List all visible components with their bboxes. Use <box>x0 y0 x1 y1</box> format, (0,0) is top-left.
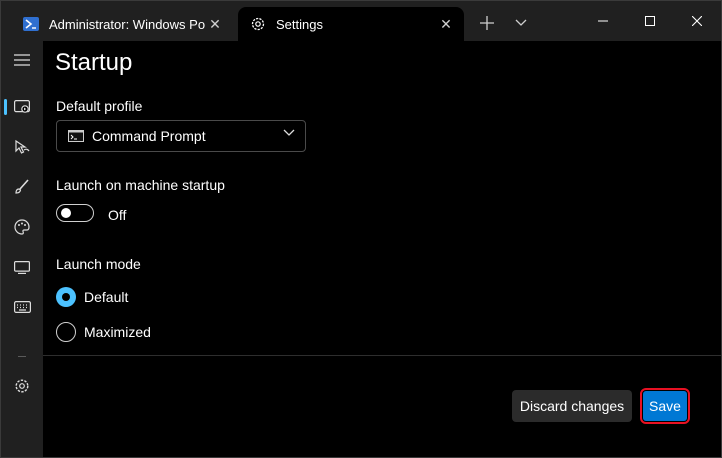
nav-item-actions[interactable] <box>4 291 40 323</box>
maximize-icon <box>645 16 655 26</box>
hamburger-menu-button[interactable] <box>4 44 40 76</box>
settings-content: Startup Default profile Command Prompt L… <box>43 41 721 457</box>
nav-item-startup[interactable] <box>4 91 40 123</box>
nav-divider <box>18 356 26 357</box>
title-bar: Administrator: Windows Pow ✕ Settings ✕ <box>1 1 721 41</box>
nav-item-rendering[interactable] <box>4 251 40 283</box>
terminal-window: Administrator: Windows Pow ✕ Settings ✕ <box>0 0 722 458</box>
tab-title: Administrator: Windows Pow <box>49 16 205 32</box>
default-profile-dropdown[interactable]: Command Prompt <box>56 120 306 152</box>
close-icon <box>692 16 702 26</box>
close-tab-icon[interactable]: ✕ <box>438 16 454 32</box>
nav-item-appearance[interactable] <box>4 171 40 203</box>
close-tab-icon[interactable]: ✕ <box>207 16 223 32</box>
close-window-button[interactable] <box>674 1 720 41</box>
color-schemes-palette-icon <box>14 219 30 235</box>
settings-nav-pane <box>1 41 43 457</box>
default-profile-label: Default profile <box>56 98 143 114</box>
tab-title: Settings <box>276 16 323 32</box>
discard-changes-button[interactable]: Discard changes <box>512 390 632 422</box>
radio-default-label[interactable]: Default <box>84 289 128 305</box>
minimize-icon <box>598 20 608 22</box>
chevron-down-icon <box>283 129 295 137</box>
minimize-button[interactable] <box>580 1 626 41</box>
radio-dot <box>62 293 70 301</box>
startup-icon <box>14 100 30 114</box>
appearance-brush-icon <box>14 179 30 195</box>
page-title: Startup <box>55 49 133 76</box>
gear-icon <box>250 16 266 32</box>
tab-dropdown-button[interactable] <box>507 9 535 37</box>
toggle-knob <box>61 208 71 218</box>
footer-divider <box>43 355 721 356</box>
nav-item-color-schemes[interactable] <box>4 211 40 243</box>
menu-icon <box>14 54 30 66</box>
open-json-settings-button[interactable] <box>4 370 40 402</box>
radio-maximized-label[interactable]: Maximized <box>84 324 151 340</box>
powershell-icon <box>23 16 39 32</box>
nav-item-interaction[interactable] <box>4 131 40 163</box>
chevron-down-icon <box>515 19 527 27</box>
interaction-icon <box>14 139 30 155</box>
tab-powershell[interactable]: Administrator: Windows Pow ✕ <box>11 7 233 41</box>
actions-keyboard-icon <box>13 301 31 313</box>
rendering-monitor-icon <box>14 260 30 274</box>
launch-on-startup-toggle[interactable] <box>56 204 94 222</box>
default-profile-value: Command Prompt <box>92 128 206 144</box>
cmd-icon <box>68 130 84 142</box>
radio-default[interactable] <box>56 287 76 307</box>
open-json-gear-icon <box>14 378 30 394</box>
new-tab-button[interactable] <box>473 9 501 37</box>
maximize-button[interactable] <box>627 1 673 41</box>
plus-icon <box>480 16 494 30</box>
save-button[interactable]: Save <box>640 388 690 424</box>
launch-on-startup-label: Launch on machine startup <box>56 177 225 193</box>
toggle-state-text: Off <box>108 207 127 223</box>
radio-maximized[interactable] <box>56 322 76 342</box>
launch-mode-label: Launch mode <box>56 256 141 272</box>
tab-settings[interactable]: Settings ✕ <box>238 7 464 41</box>
